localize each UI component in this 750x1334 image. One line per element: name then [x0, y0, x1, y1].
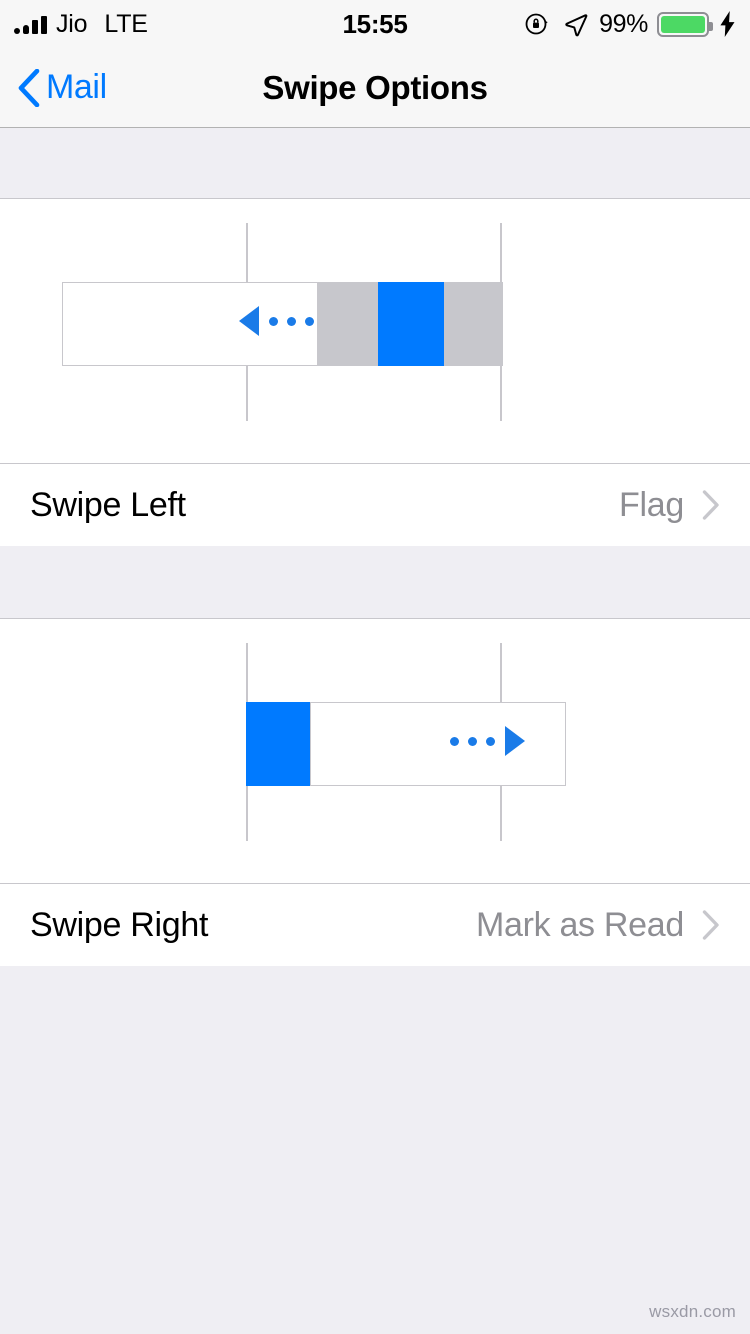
swipe-right-gesture-icon	[450, 726, 525, 756]
status-bar-clock: 15:55	[342, 8, 408, 39]
swipe-left-section: Swipe Left Flag	[0, 198, 750, 546]
watermark: wsxdn.com	[649, 1302, 736, 1321]
triangle-left-icon	[239, 306, 259, 336]
location-arrow-icon	[565, 13, 588, 36]
page-title: Swipe Options	[262, 68, 488, 106]
swipe-right-section: Swipe Right Mark as Read	[0, 618, 750, 966]
guide-line-right-top	[500, 643, 502, 703]
message-cell-card	[310, 702, 566, 786]
swipe-left-row-right: Flag	[619, 486, 720, 525]
navigation-bar: Mail Swipe Options	[0, 48, 750, 128]
action-strip-blue	[378, 282, 444, 366]
guide-line-right-bottom	[500, 785, 502, 841]
action-strip-blue	[246, 702, 311, 786]
guide-line-left-bottom	[246, 785, 248, 841]
swipe-left-illustration	[0, 199, 750, 463]
group-gap-top	[0, 129, 750, 198]
swipe-right-row[interactable]: Swipe Right Mark as Read	[0, 883, 750, 966]
triangle-right-icon	[505, 726, 525, 756]
chevron-right-icon	[702, 490, 719, 520]
ellipsis-icon	[450, 736, 495, 746]
status-bar: Jio LTE 15:55 99%	[0, 0, 750, 48]
battery-percentage: 99%	[599, 9, 648, 38]
status-bar-right: 99%	[524, 0, 736, 48]
swipe-left-row-label: Swipe Left	[30, 485, 186, 524]
chevron-right-icon	[702, 910, 719, 940]
rotation-lock-icon	[525, 13, 548, 35]
swipe-left-gesture-icon	[239, 306, 314, 336]
ellipsis-icon	[269, 316, 314, 326]
guide-line-left-top	[246, 643, 248, 703]
guide-line-right-bottom	[500, 365, 502, 421]
battery-icon	[657, 11, 713, 37]
swipe-right-illustration	[0, 619, 750, 883]
swipe-right-row-right: Mark as Read	[476, 906, 720, 945]
swipe-right-row-value: Mark as Read	[475, 905, 684, 944]
swipe-left-row-value: Flag	[619, 485, 684, 524]
group-gap-middle	[0, 546, 750, 618]
lightning-bolt-icon	[720, 11, 735, 37]
group-gap-bottom	[0, 966, 750, 1334]
guide-line-left-top	[246, 223, 248, 283]
guide-line-right-top	[500, 223, 502, 283]
guide-line-left-bottom	[246, 365, 248, 421]
iphone-screen: Jio LTE 15:55 99% Mail Swipe Options Swi…	[0, 0, 750, 1334]
swipe-right-row-label: Swipe Right	[30, 905, 209, 944]
swipe-left-row[interactable]: Swipe Left Flag	[0, 463, 750, 546]
